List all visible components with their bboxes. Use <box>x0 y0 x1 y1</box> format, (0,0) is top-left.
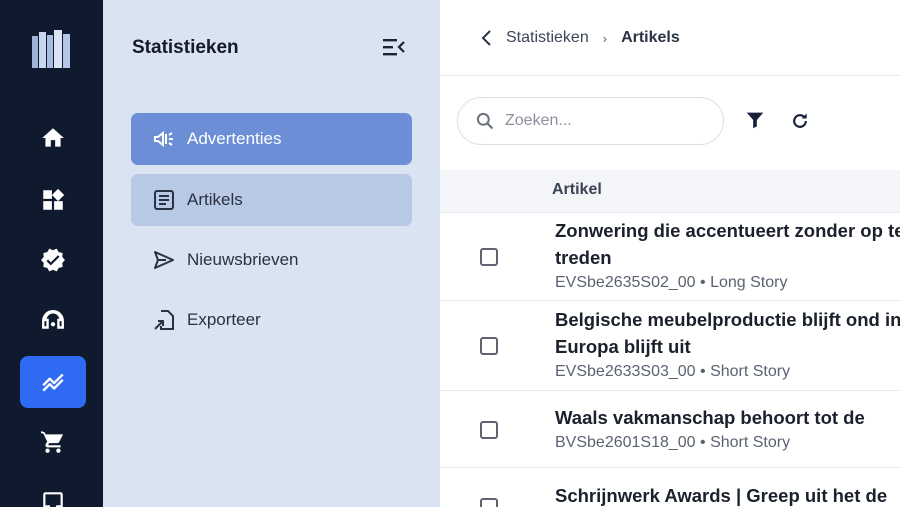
books-logo-icon[interactable] <box>32 30 72 68</box>
rail-item-widgets[interactable] <box>20 174 86 226</box>
sidebar-item-label: Artikels <box>187 190 243 209</box>
home-icon <box>42 128 64 147</box>
table-row[interactable]: Belgische meubelproductie blijft ond in … <box>440 301 900 391</box>
article-meta: BVSbe2601S18_00 • Short Story <box>555 434 791 451</box>
article-icon <box>151 187 177 213</box>
icon-rail <box>0 0 103 507</box>
row-checkbox[interactable] <box>480 421 498 439</box>
rail-item-inbox[interactable] <box>20 476 86 507</box>
breadcrumb-current: Artikels <box>621 29 680 46</box>
header-divider <box>440 75 900 76</box>
statistics-sidebar: Statistieken Advertenties Artikels Nieuw… <box>103 0 440 507</box>
sidebar-item-nieuwsbrieven[interactable]: Nieuwsbrieven <box>131 234 412 286</box>
sidebar-item-label: Advertenties <box>187 129 282 148</box>
verified-badge-icon <box>41 248 65 272</box>
sidebar-item-artikels[interactable]: Artikels <box>131 174 412 226</box>
table-header: Artikel <box>440 170 900 213</box>
rail-item-verified[interactable] <box>20 234 86 286</box>
sidebar-title: Statistieken <box>132 37 239 58</box>
breadcrumb: Statistieken › Artikels <box>480 27 680 49</box>
table-row[interactable]: Zonwering die accentueert zonder op te t… <box>440 213 900 301</box>
article-meta: EVSbe2635S02_00 • Long Story <box>555 274 788 291</box>
row-checkbox[interactable] <box>480 498 498 507</box>
shopping-cart-icon <box>41 431 64 453</box>
sidebar-item-advertenties[interactable]: Advertenties <box>131 113 412 165</box>
trending-chart-icon <box>42 373 64 392</box>
filter-icon <box>746 112 764 129</box>
article-meta: EVSbe2633S03_00 • Short Story <box>555 363 791 380</box>
send-icon <box>151 247 177 273</box>
rail-item-support[interactable] <box>20 295 86 347</box>
row-checkbox[interactable] <box>480 337 498 355</box>
table-row[interactable]: Waals vakmanschap behoort tot de BVSbe26… <box>440 391 900 468</box>
refresh-button[interactable] <box>788 109 812 133</box>
sidebar-item-exporteer[interactable]: Exporteer <box>131 294 412 346</box>
row-checkbox[interactable] <box>480 248 498 266</box>
search-icon <box>476 112 494 130</box>
collapse-menu-icon[interactable] <box>382 36 406 58</box>
sidebar-item-label: Nieuwsbrieven <box>187 250 299 269</box>
article-title[interactable]: Zonwering die accentueert zonder op te t… <box>555 217 900 271</box>
headset-icon <box>42 310 64 329</box>
article-title[interactable]: Belgische meubelproductie blijft ond in … <box>555 306 900 360</box>
filter-button[interactable] <box>743 108 767 132</box>
chevron-left-icon[interactable] <box>480 29 494 47</box>
rail-item-home[interactable] <box>20 112 86 164</box>
export-file-icon <box>151 307 177 333</box>
breadcrumb-parent-link[interactable]: Statistieken <box>506 29 589 47</box>
main-content: Statistieken › Artikels Artikel Zonwerin… <box>440 0 900 507</box>
breadcrumb-separator: › <box>602 30 608 46</box>
megaphone-icon <box>151 126 177 152</box>
column-header-artikel[interactable]: Artikel <box>552 181 602 199</box>
refresh-icon <box>793 113 807 128</box>
search-box[interactable] <box>457 97 724 145</box>
rail-item-shop[interactable] <box>20 416 86 468</box>
sidebar-item-label: Exporteer <box>187 310 261 329</box>
article-title[interactable]: Waals vakmanschap behoort tot de <box>555 404 900 431</box>
rail-item-statistics[interactable] <box>20 356 86 408</box>
inbox-icon <box>43 492 63 507</box>
search-input[interactable] <box>505 112 705 130</box>
table-row[interactable]: Schrijnwerk Awards | Greep uit het de <box>440 468 900 507</box>
article-title[interactable]: Schrijnwerk Awards | Greep uit het de <box>555 482 900 507</box>
widgets-icon <box>43 188 65 210</box>
